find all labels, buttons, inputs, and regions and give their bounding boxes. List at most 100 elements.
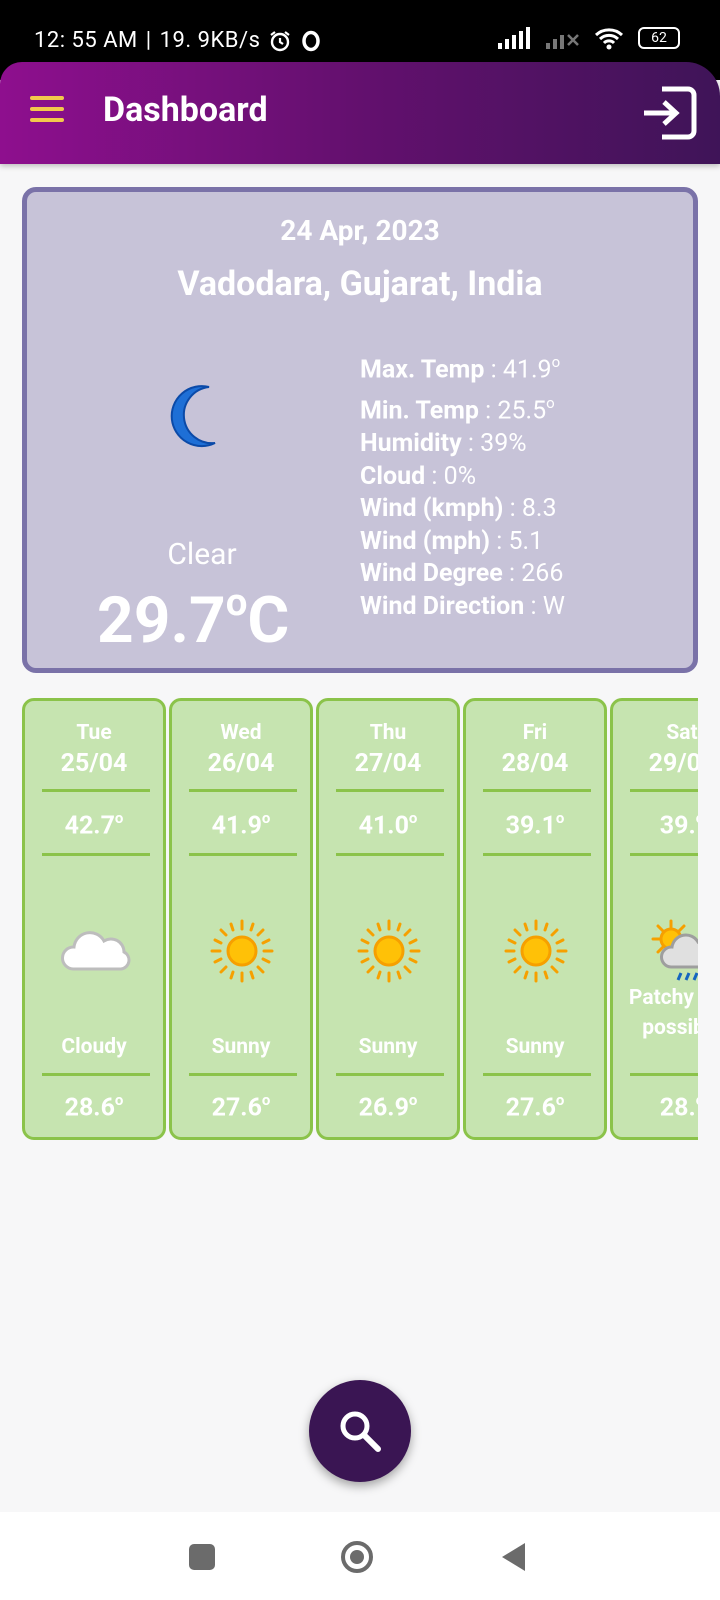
- forecast-day: Tue: [76, 721, 112, 745]
- forecast-day: Sat: [666, 721, 698, 745]
- recent-apps-button[interactable]: [189, 1544, 215, 1570]
- divider: [336, 1073, 444, 1076]
- detail-separator: :: [502, 559, 522, 588]
- detail-value: 41.9: [502, 355, 552, 385]
- forecast-condition: Sunny: [211, 1035, 271, 1059]
- battery-level: 62: [651, 30, 667, 46]
- divider: [483, 853, 591, 856]
- divider: [630, 853, 698, 856]
- degree-symbol: o: [555, 809, 565, 827]
- detail-separator: :: [484, 355, 503, 385]
- degree-symbol: o: [408, 1091, 418, 1109]
- menu-button[interactable]: [30, 96, 64, 122]
- search-button[interactable]: [309, 1380, 411, 1482]
- menu-icon-line: [30, 107, 64, 111]
- degree-symbol: o: [546, 394, 555, 412]
- detail-label: Cloud: [360, 461, 426, 491]
- forecast-min-temp: 28.6o: [25, 1091, 163, 1123]
- degree-symbol: o: [696, 809, 698, 827]
- detail-separator: :: [461, 429, 481, 458]
- current-date: 24 Apr, 2023: [280, 214, 440, 247]
- divider: [336, 853, 444, 856]
- forecast-max-temp: 39.1o: [466, 809, 604, 841]
- degree-symbol: o: [696, 1091, 698, 1109]
- detail-row: Min. Temp : 25.5o: [360, 387, 565, 428]
- divider: [336, 789, 444, 792]
- home-button[interactable]: [340, 1540, 374, 1574]
- detail-value: 266: [521, 559, 564, 588]
- sun-icon: [210, 919, 274, 983]
- forecast-max-temp: 41.0o: [319, 809, 457, 841]
- detail-row: Wind Degree : 266: [360, 558, 565, 591]
- cloud-icon: [61, 931, 131, 971]
- current-condition: Clear: [167, 537, 237, 572]
- degree-symbol: o: [555, 1091, 565, 1109]
- detail-label: Max. Temp: [360, 355, 485, 385]
- system-nav-bar: [0, 1512, 720, 1600]
- forecast-min-value: 28.: [659, 1093, 696, 1123]
- forecast-min-value: 27.6: [211, 1093, 262, 1123]
- patchy-rain-icon: [651, 919, 698, 981]
- signal-off-icon: [546, 34, 579, 49]
- forecast-min-value: 26.9: [358, 1093, 409, 1123]
- divider: [189, 1073, 297, 1076]
- weather-details: Max. Temp : 41.9o Min. Temp : 25.5o Humi…: [360, 346, 565, 623]
- forecast-max-value: 39.: [659, 811, 696, 841]
- sun-icon: [357, 919, 421, 983]
- forecast-max-value: 42.7: [64, 811, 115, 841]
- forecast-card[interactable]: Sat 29/04 39.o Patchy rain possible 28.o: [610, 698, 698, 1140]
- forecast-date: 28/04: [501, 749, 569, 778]
- detail-value: W: [542, 591, 565, 621]
- detail-row: Humidity : 39%: [360, 428, 565, 461]
- degree-symbol: o: [114, 1091, 124, 1109]
- divider: [189, 853, 297, 856]
- forecast-card[interactable]: Thu 27/04 41.0o Sunny 26.9o: [316, 698, 460, 1140]
- page-title: Dashboard: [103, 90, 268, 130]
- detail-separator: :: [425, 461, 444, 491]
- detail-value: 25.5: [497, 396, 547, 426]
- current-temperature-value: 29.7: [97, 582, 226, 658]
- divider: [630, 789, 698, 792]
- detail-label: Min. Temp: [360, 396, 479, 426]
- detail-row: Cloud : 0%: [360, 461, 565, 494]
- divider: [483, 1073, 591, 1076]
- divider: [42, 853, 150, 856]
- degree-symbol: o: [551, 353, 561, 371]
- detail-row: Wind Direction : W: [360, 591, 565, 624]
- forecast-min-temp: 26.9o: [319, 1091, 457, 1123]
- detail-separator: :: [524, 591, 543, 621]
- forecast-card[interactable]: Wed 26/04 41.9o Sunny 27.6o: [169, 698, 313, 1140]
- degree-symbol: o: [261, 1091, 271, 1109]
- app-bar: Dashboard: [0, 62, 720, 164]
- forecast-list[interactable]: Tue 25/04 42.7o Cloudy 28.6o Wed 26/04 4…: [22, 698, 698, 1140]
- forecast-date: 26/04: [207, 749, 275, 778]
- forecast-max-temp: 41.9o: [172, 809, 310, 841]
- degree-symbol: o: [261, 809, 271, 827]
- forecast-card[interactable]: Tue 25/04 42.7o Cloudy 28.6o: [22, 698, 166, 1140]
- detail-value: 39%: [480, 429, 527, 458]
- degree-symbol: o: [408, 809, 418, 827]
- wifi-icon: [594, 28, 624, 50]
- divider: [42, 1073, 150, 1076]
- status-net-speed: 19. 9KB/s: [159, 28, 261, 53]
- forecast-min-temp: 28.o: [613, 1091, 698, 1123]
- menu-icon-line: [30, 96, 64, 100]
- detail-value: 8.3: [521, 494, 557, 523]
- logout-icon[interactable]: [638, 83, 698, 143]
- forecast-min-value: 27.6: [505, 1093, 556, 1123]
- forecast-max-value: 39.1: [505, 811, 556, 841]
- moon-icon: [170, 385, 216, 448]
- back-button[interactable]: [498, 1540, 528, 1574]
- detail-label: Wind Degree: [360, 559, 503, 588]
- forecast-condition: Patchy rain possible: [628, 986, 698, 1040]
- forecast-card[interactable]: Fri 28/04 39.1o Sunny 27.6o: [463, 698, 607, 1140]
- forecast-day: Fri: [522, 721, 548, 745]
- forecast-min-value: 28.6: [64, 1093, 115, 1123]
- divider: [483, 789, 591, 792]
- forecast-condition: Sunny: [358, 1035, 418, 1059]
- divider: [189, 789, 297, 792]
- forecast-max-temp: 42.7o: [25, 809, 163, 841]
- detail-separator: :: [503, 494, 522, 523]
- search-icon: [340, 1411, 381, 1452]
- forecast-day: Wed: [220, 721, 262, 745]
